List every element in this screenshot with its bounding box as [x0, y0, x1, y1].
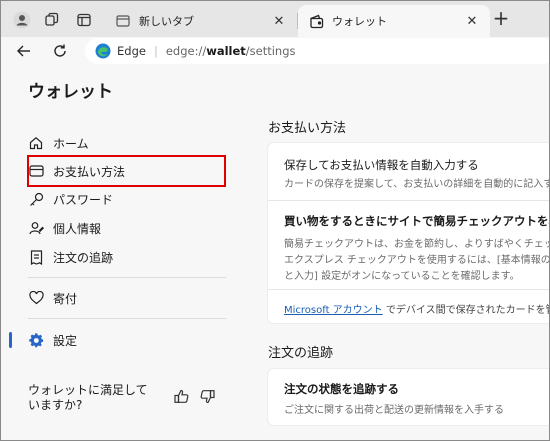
sidebar-item-label: 寄付: [53, 291, 78, 306]
sidebar: ウォレット ホーム お支払い方法 パスワード 個人情報 注文の追跡 寄付 設定 …: [2, 65, 234, 440]
edge-logo-icon: [95, 43, 111, 59]
sidebar-item-label: パスワード: [53, 192, 114, 207]
close-tab-icon[interactable]: ✕: [464, 13, 480, 29]
profile-button[interactable]: [9, 7, 35, 33]
receipt-icon: [28, 249, 44, 265]
url-host: wallet: [206, 44, 246, 58]
sidebar-item-label: 個人情報: [53, 221, 102, 236]
home-icon: [28, 135, 44, 151]
url-path: /settings: [245, 44, 296, 58]
thumbs-up-button[interactable]: [172, 387, 190, 405]
back-button[interactable]: [13, 40, 35, 62]
active-indicator: [9, 332, 12, 348]
address-bar[interactable]: Edge | edge://wallet/settings: [85, 38, 549, 64]
card-divider: [268, 289, 549, 290]
feedback-prompt: ウォレットに満足していますか?: [28, 383, 148, 412]
address-divider: |: [153, 44, 158, 58]
sidebar-item-donations[interactable]: 寄付: [28, 286, 224, 310]
tab-actions-button[interactable]: [71, 7, 97, 33]
wallet-favicon-icon: [308, 13, 324, 29]
back-arrow-icon: [17, 45, 30, 57]
navigation-toolbar: Edge | edge://wallet/settings: [1, 37, 549, 65]
highlight-box: [27, 155, 226, 187]
order-tracking-card: 注文の状態を追跡する ご注文に関する出荷と配送の更新情報を入手する: [268, 369, 549, 425]
sidebar-divider: [28, 318, 226, 319]
workspaces-icon: [45, 12, 59, 26]
sidebar-item-personal-info[interactable]: 個人情報: [28, 216, 224, 240]
new-tab-favicon-icon: [115, 13, 131, 29]
tab-new-tab[interactable]: 新しいタブ ✕: [105, 5, 297, 37]
thumbs-up-icon: [173, 389, 188, 403]
url-scheme: edge://: [165, 44, 207, 58]
tab-title: ウォレット: [332, 15, 387, 28]
sidebar-item-label: 注文の追跡: [53, 250, 114, 265]
microsoft-account-link[interactable]: Microsoft アカウント: [284, 305, 383, 316]
wallet-settings-page: ウォレット ホーム お支払い方法 パスワード 個人情報 注文の追跡 寄付 設定 …: [2, 65, 550, 440]
sidebar-item-label: ホーム: [53, 136, 89, 151]
tab-title: 新しいタブ: [139, 15, 194, 28]
sidebar-item-order-tracking[interactable]: 注文の追跡: [28, 245, 224, 269]
payment-settings-card: 保存してお支払い情報を自動入力する カードの保存を提案して、お支払いの詳細を自動…: [268, 143, 550, 323]
close-tab-icon[interactable]: ✕: [271, 13, 287, 29]
sidebar-item-home[interactable]: ホーム: [28, 131, 224, 155]
card-footer: Microsoft アカウント でデバイス間で保存されたカードを管理: [284, 301, 550, 316]
sidebar-item-passwords[interactable]: パスワード: [28, 187, 224, 211]
express-checkout-description: と入力] 設定がオンになっていることを確認します。: [284, 271, 520, 282]
refresh-button[interactable]: [49, 40, 71, 62]
autofill-setting-title: 保存してお支払い情報を自動入力する: [284, 158, 479, 172]
payment-section-title: お支払い方法: [268, 121, 347, 136]
browser-window: 新しいタブ ✕ ウォレット ✕ + Edge | edge://wallet/s…: [0, 0, 550, 441]
refresh-icon: [54, 44, 66, 57]
express-checkout-description: エクスプレス チェックアウトを使用するには、[基本情報の保: [284, 255, 550, 266]
edge-brand-label: Edge: [117, 44, 146, 58]
thumbs-down-icon: [200, 389, 215, 403]
heart-icon: [28, 290, 44, 306]
express-checkout-description: 簡易チェックアウトは、お金を節約し、よりすばやくチェック: [284, 239, 550, 250]
workspaces-button[interactable]: [39, 7, 65, 33]
sidebar-item-settings[interactable]: 設定: [28, 328, 224, 352]
tab-strip: 新しいタブ ✕ ウォレット ✕ +: [1, 1, 549, 37]
express-checkout-title: 買い物をするときにサイトで簡易チェックアウトを表: [284, 214, 550, 228]
gear-icon: [28, 332, 44, 348]
new-tab-button[interactable]: +: [491, 8, 511, 29]
person-icon: [28, 220, 44, 236]
sidebar-divider: [28, 277, 226, 278]
key-icon: [28, 191, 44, 207]
sidebar-item-label: 設定: [53, 333, 78, 348]
autofill-setting-description: カードの保存を提案して、お支払いの詳細を自動的に記入する: [284, 179, 550, 190]
thumbs-down-button[interactable]: [198, 387, 216, 405]
tab-actions-icon: [77, 13, 91, 27]
card-divider: [268, 200, 549, 201]
page-title: ウォレット: [28, 82, 113, 102]
card-footer-text: でデバイス間で保存されたカードを管理: [382, 305, 550, 316]
tracking-section-title: 注文の追跡: [268, 346, 334, 361]
profile-icon: [13, 11, 31, 29]
tab-wallet[interactable]: ウォレット ✕: [298, 5, 490, 37]
order-tracking-title: 注文の状態を追跡する: [284, 382, 399, 396]
order-tracking-description: ご注文に関する出荷と配送の更新情報を入手する: [284, 405, 504, 416]
